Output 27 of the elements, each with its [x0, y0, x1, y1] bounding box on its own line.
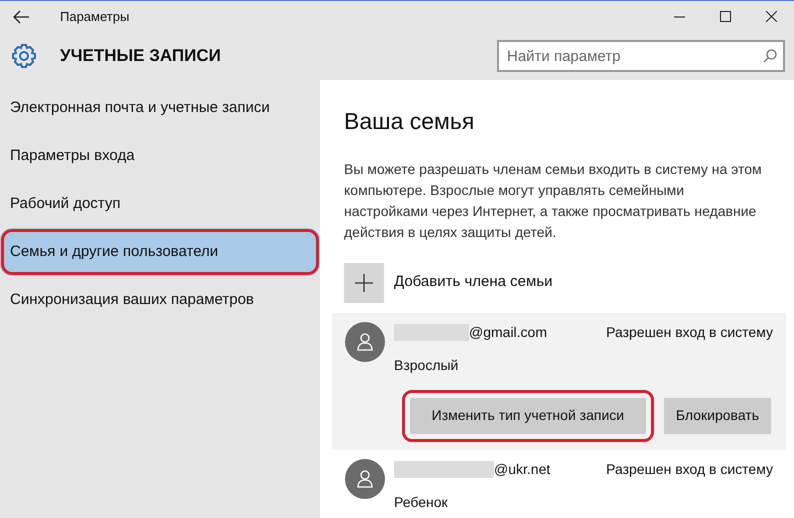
section-heading: Ваша семья: [344, 107, 476, 136]
search-field[interactable]: Найти параметр: [497, 40, 785, 72]
add-icon[interactable]: [344, 262, 384, 302]
sidebar-item[interactable]: Синхронизация ваших параметров: [0, 276, 320, 324]
action-button[interactable]: Блокировать: [664, 398, 771, 434]
add-member-link[interactable]: Добавить члена семьи: [394, 271, 553, 294]
sidebar-item[interactable]: Электронная почта и учетные записи: [0, 84, 320, 132]
sidebar-item[interactable]: Параметры входа: [0, 132, 320, 180]
avatar-icon: [345, 322, 385, 362]
member-role: Ребенок: [394, 492, 448, 512]
window-title: Параметры: [60, 8, 130, 26]
member-card[interactable]: @gmail.com Разрешен вход в систему Взрослый Изменить тип учетной записи Блокировать: [332, 312, 786, 450]
sidebar-item[interactable]: Рабочий доступ: [0, 180, 320, 228]
member-card[interactable]: @ukr.net Разрешен вход в систему Ребенок: [332, 450, 786, 516]
avatar-icon: [345, 458, 385, 498]
search-icon: [763, 49, 777, 63]
member-email: @ukr.net: [494, 460, 550, 478]
action-button[interactable]: Изменить тип учетной записи: [410, 398, 646, 434]
page-title: УЧЕТНЫЕ ЗАПИСИ: [60, 45, 221, 68]
member-status: Разрешен вход в систему: [606, 322, 773, 342]
settings-icon: [11, 43, 37, 69]
description-text: Вы можете разрешать членам семьи входить в систему на этом компьютере. Взрослые могут управлять семейными настройками через Интернет, а также просматривать недавние действия в целях защиты детей.: [344, 160, 763, 242]
member-email: @gmail.com: [469, 322, 548, 342]
back-icon[interactable]: [13, 10, 29, 24]
member-role: Взрослый: [394, 356, 458, 375]
member-status: Разрешен вход в систему: [606, 460, 773, 479]
sidebar-item[interactable]: Семья и другие пользователи: [0, 228, 320, 276]
